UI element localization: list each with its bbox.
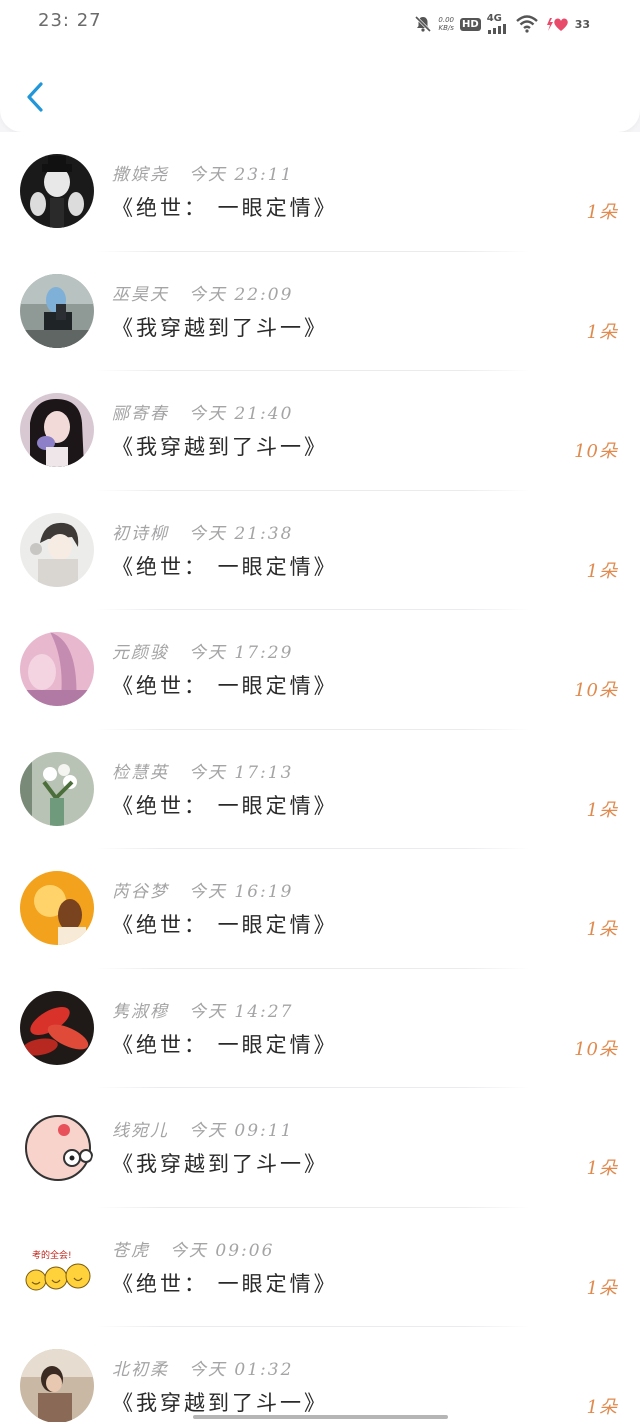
book-title: 《绝世： 一眼定情》 (112, 913, 338, 937)
book-title: 《我穿越到了斗一》 (112, 435, 328, 459)
list-item[interactable]: 线宛儿 今天 09:11 《我穿越到了斗一》 1朵 (0, 1088, 640, 1208)
heart-battery-icon (546, 18, 568, 31)
timestamp: 今天 09:11 (189, 1121, 294, 1141)
timestamp: 今天 14:27 (189, 1001, 294, 1022)
flower-count: 1朵 (586, 1397, 618, 1418)
list-item[interactable]: 郦寄春 今天 21:40 《我穿越到了斗一》 10朵 (0, 371, 640, 491)
book-title: 《绝世： 一眼定情》 (112, 674, 338, 698)
timestamp: 今天 01:32 (189, 1360, 294, 1380)
flower-count: 10朵 (574, 680, 618, 701)
sender-name: 芮谷梦 (112, 882, 169, 902)
sender-meta: 检慧英 今天 17:13 (112, 758, 293, 783)
list-item[interactable]: 隽淑穆 今天 14:27 《绝世： 一眼定情》 10朵 (0, 968, 640, 1088)
flower-count: 1朵 (586, 202, 618, 223)
avatar[interactable] (20, 154, 94, 228)
timestamp: 今天 23:11 (189, 165, 294, 185)
home-indicator[interactable] (193, 1415, 448, 1419)
sender-name: 线宛儿 (112, 1121, 169, 1141)
flower-count: 1朵 (586, 321, 618, 343)
avatar[interactable] (20, 1349, 94, 1422)
sender-meta: 北初柔 今天 01:32 (112, 1355, 293, 1380)
sender-name: 撒嫔尧 (112, 165, 169, 185)
avatar[interactable] (20, 512, 94, 587)
battery-level: 33 (574, 17, 590, 31)
list-item[interactable]: 检慧英 今天 17:13 《绝世： 一眼定情》 1朵 (0, 729, 640, 849)
list-item[interactable]: 元颜骏 今天 17:29 《绝世： 一眼定情》 10朵 (0, 610, 640, 730)
sender-meta: 苍虎 今天 09:06 (112, 1236, 274, 1261)
sender-meta: 元颜骏 今天 17:29 (112, 638, 293, 663)
flower-count: 1朵 (586, 1158, 618, 1179)
flower-count: 1朵 (586, 919, 618, 940)
avatar[interactable] (20, 393, 94, 467)
list-item[interactable]: 考的全会! 苍虎 今天 09:06 《绝世： 一眼定情》 1朵 (0, 1207, 640, 1327)
speed-unit: KB/s (438, 24, 454, 32)
status-time: 23: 27 (38, 10, 102, 31)
list-item[interactable]: 芮谷梦 今天 16:19 《绝世： 一眼定情》 1朵 (0, 849, 640, 969)
sender-meta: 线宛儿 今天 09:11 (112, 1116, 293, 1141)
network-speed: 0.00 KB/s (438, 16, 454, 32)
book-title: 《绝世： 一眼定情》 (112, 793, 338, 818)
avatar[interactable] (20, 1110, 94, 1184)
book-title: 《绝世： 一眼定情》 (112, 196, 338, 220)
avatar[interactable] (20, 273, 94, 348)
bell-off-icon (415, 15, 432, 33)
status-icons: 0.00 KB/s HD 4G 33 (414, 12, 590, 36)
chevron-left-icon[interactable] (22, 80, 50, 114)
sender-name: 检慧英 (112, 762, 169, 783)
book-title: 《我穿越到了斗一》 (112, 1152, 328, 1176)
flower-count: 1朵 (586, 1277, 618, 1299)
sender-name: 初诗柳 (112, 523, 169, 544)
timestamp: 今天 16:19 (189, 882, 294, 902)
avatar[interactable]: 考的全会! (20, 1229, 94, 1304)
timestamp: 今天 21:40 (189, 404, 294, 424)
sender-meta: 初诗柳 今天 21:38 (112, 519, 293, 544)
timestamp: 今天 21:38 (189, 523, 294, 544)
sender-meta: 郦寄春 今天 21:40 (112, 399, 293, 424)
timestamp: 今天 09:06 (170, 1240, 275, 1261)
flower-count: 10朵 (574, 1038, 618, 1060)
network-indicator: 4G (487, 14, 509, 34)
flower-count: 1朵 (586, 560, 618, 582)
book-title: 《我穿越到了斗一》 (112, 1391, 328, 1415)
list-item[interactable]: 巫昊天 今天 22:09 《我穿越到了斗一》 1朵 (0, 251, 640, 371)
speed-value: 0.00 (438, 16, 455, 24)
list-item[interactable]: 初诗柳 今天 21:38 《绝世： 一眼定情》 1朵 (0, 490, 640, 610)
page: 23: 27 0.00 KB/s HD 4G 33 撒嫔尧 今天 23:11 《… (0, 0, 640, 1422)
sender-meta: 撒嫔尧 今天 23:11 (112, 160, 293, 185)
sender-name: 元颜骏 (112, 643, 169, 663)
avatar-caption: 考的全会! (32, 1250, 72, 1261)
sender-meta: 芮谷梦 今天 16:19 (112, 877, 293, 902)
hd-badge: HD (460, 17, 481, 31)
avatar[interactable] (20, 632, 94, 706)
signal-icon (487, 24, 506, 34)
sender-name: 巫昊天 (112, 284, 169, 305)
header: 23: 27 0.00 KB/s HD 4G 33 (0, 0, 640, 132)
sender-meta: 巫昊天 今天 22:09 (112, 280, 293, 305)
sender-name: 郦寄春 (112, 404, 169, 424)
wifi-icon (515, 15, 538, 33)
list-item[interactable]: 撒嫔尧 今天 23:11 《绝世： 一眼定情》 1朵 (0, 132, 640, 252)
flower-count: 1朵 (586, 799, 618, 821)
book-title: 《绝世： 一眼定情》 (112, 1032, 338, 1057)
sender-name: 北初柔 (112, 1360, 169, 1380)
avatar[interactable] (20, 751, 94, 826)
list-item[interactable]: 北初柔 今天 01:32 《我穿越到了斗一》 1朵 (0, 1327, 640, 1422)
sender-name: 隽淑穆 (112, 1001, 169, 1022)
flower-count: 10朵 (574, 441, 618, 462)
avatar[interactable] (20, 871, 94, 945)
avatar[interactable] (20, 990, 94, 1065)
sender-meta: 隽淑穆 今天 14:27 (112, 997, 293, 1022)
gift-record-list: 撒嫔尧 今天 23:11 《绝世： 一眼定情》 1朵 巫昊天 今天 22:09 … (0, 132, 640, 1422)
book-title: 《绝世： 一眼定情》 (112, 554, 338, 579)
sender-name: 苍虎 (112, 1240, 150, 1261)
network-type: 4G (486, 13, 502, 24)
book-title: 《我穿越到了斗一》 (112, 315, 328, 340)
timestamp: 今天 17:13 (189, 762, 294, 783)
timestamp: 今天 17:29 (189, 643, 294, 663)
timestamp: 今天 22:09 (189, 284, 294, 305)
book-title: 《绝世： 一眼定情》 (112, 1271, 338, 1296)
